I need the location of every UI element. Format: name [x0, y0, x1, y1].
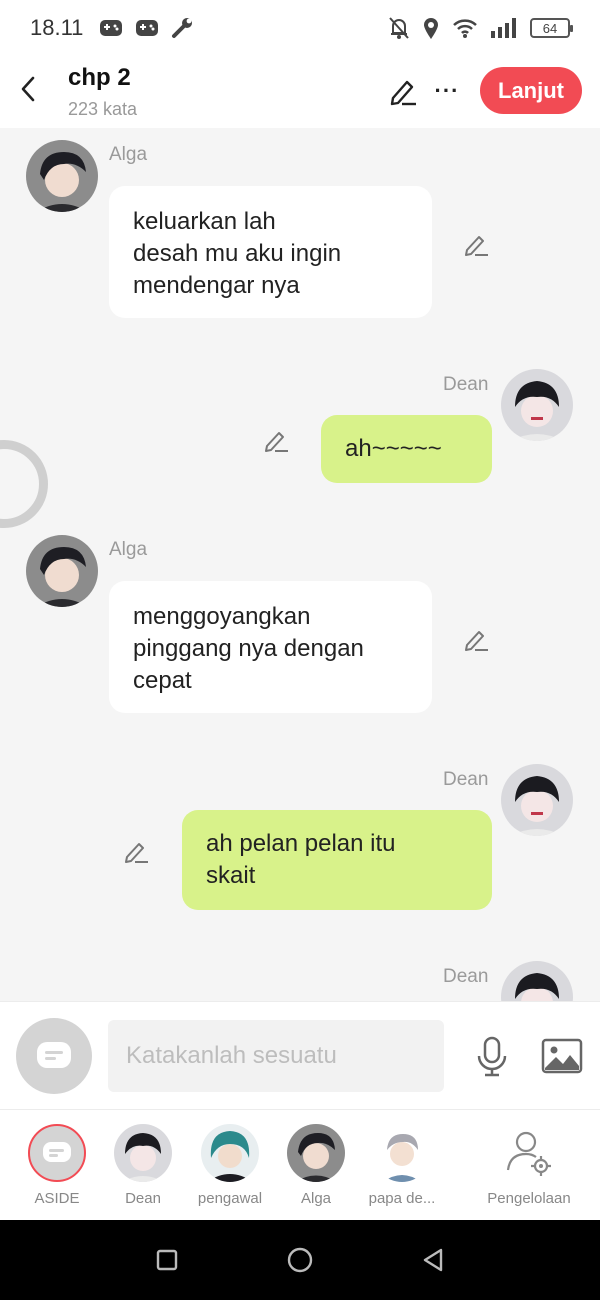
character-alga[interactable]: Alga	[273, 1124, 359, 1212]
message-text: ah~~~~~	[345, 435, 442, 462]
bell-off-icon	[389, 17, 409, 39]
status-bar: 18.11 64	[0, 0, 600, 56]
character-label: Dean	[125, 1190, 161, 1207]
avatar	[201, 1124, 259, 1182]
signal-icon	[491, 18, 516, 38]
manage-icon-wrap	[500, 1124, 558, 1182]
message-left: Alga keluarkan lah desah mu aku ingin me…	[0, 128, 600, 328]
back-button[interactable]	[14, 72, 42, 106]
triangle-back-icon	[424, 1248, 443, 1272]
character-label: ASIDE	[34, 1190, 80, 1207]
insert-image-button[interactable]	[540, 1036, 584, 1076]
edit-message-button[interactable]	[262, 426, 290, 454]
system-navigation-bar	[0, 1220, 600, 1300]
game-controller-icon	[100, 20, 123, 36]
more-options-button[interactable]: ···	[432, 74, 462, 108]
pencil-icon	[465, 236, 488, 256]
circle-icon	[287, 1247, 313, 1273]
message-input[interactable]	[108, 1020, 444, 1092]
image-icon	[541, 1038, 583, 1074]
chapter-header: chp 2 223 kata ··· Lanjut	[0, 56, 600, 128]
message-bubble[interactable]: menggoyangkan pinggang nya dengan cepat	[109, 581, 432, 713]
character-label: Alga	[300, 1190, 332, 1207]
aside-toggle-button[interactable]	[16, 1018, 92, 1094]
edit-message-button[interactable]	[122, 837, 150, 865]
recent-apps-button[interactable]	[147, 1240, 187, 1280]
next-button[interactable]: Lanjut	[480, 67, 582, 114]
edit-message-button[interactable]	[462, 230, 490, 258]
edit-chapter-button[interactable]	[386, 74, 420, 108]
pencil-icon	[265, 432, 288, 452]
speaker-name: Dean	[443, 374, 489, 395]
chat-bubble-icon	[43, 1142, 71, 1162]
speaker-name: Dean	[443, 966, 489, 987]
home-button[interactable]	[280, 1240, 320, 1280]
message-right: Dean	[0, 948, 600, 1001]
character-bar: ASIDE Dean pengawal Alga papa de... Peng…	[0, 1109, 600, 1220]
speaker-name: Dean	[443, 769, 489, 790]
square-icon	[156, 1249, 177, 1271]
message-left: Alga menggoyangkan pinggang nya dengan c…	[0, 523, 600, 723]
avatar[interactable]	[26, 535, 98, 607]
microphone-icon	[477, 1036, 507, 1077]
voice-input-button[interactable]	[472, 1032, 512, 1082]
character-papa[interactable]: papa de...	[359, 1124, 445, 1212]
aside-avatar	[28, 1124, 86, 1182]
character-label: Pengelolaan	[487, 1190, 571, 1207]
avatar	[114, 1124, 172, 1182]
user-settings-icon	[506, 1131, 551, 1176]
chevron-left-icon	[21, 76, 35, 102]
chat-bubble-icon	[37, 1042, 71, 1068]
message-bubble[interactable]: ah~~~~~	[321, 415, 492, 483]
character-label: papa de...	[368, 1190, 436, 1207]
message-right: Dean ah pelan pelan itu skait	[0, 751, 600, 921]
pencil-icon	[390, 80, 416, 106]
avatar[interactable]	[501, 764, 573, 836]
chat-area[interactable]: Alga keluarkan lah desah mu aku ingin me…	[0, 128, 600, 1001]
avatar[interactable]	[501, 961, 573, 1001]
wrench-icon	[172, 18, 193, 38]
pencil-icon	[465, 631, 488, 651]
status-right-icons: 64	[388, 16, 573, 40]
avatar	[287, 1124, 345, 1182]
chapter-title: chp 2	[68, 64, 131, 91]
back-nav-button[interactable]	[413, 1240, 453, 1280]
status-left-icons	[99, 16, 195, 40]
status-time: 18.11	[30, 15, 84, 40]
message-bubble[interactable]: keluarkan lah desah mu aku ingin mendeng…	[109, 186, 432, 318]
character-pengawal[interactable]: pengawal	[187, 1124, 273, 1212]
message-text: menggoyangkan pinggang nya dengan cepat	[133, 603, 364, 694]
battery-indicator: 64	[530, 18, 573, 38]
manage-characters-button[interactable]: Pengelolaan	[478, 1124, 580, 1212]
game-controller-icon	[136, 20, 159, 36]
pencil-icon	[125, 843, 148, 863]
message-right: Dean ah~~~~~	[0, 356, 600, 506]
character-dean[interactable]: Dean	[100, 1124, 186, 1212]
word-count: 223 kata	[68, 99, 138, 119]
message-text: keluarkan lah desah mu aku ingin mendeng…	[133, 208, 342, 299]
message-text: ah pelan pelan itu skait	[206, 830, 396, 889]
avatar[interactable]	[501, 369, 573, 441]
location-icon	[424, 18, 438, 39]
message-composer	[0, 1001, 600, 1109]
speaker-name: Alga	[109, 539, 148, 560]
avatar	[373, 1124, 431, 1182]
message-bubble[interactable]: ah pelan pelan itu skait	[182, 810, 492, 910]
avatar[interactable]	[26, 140, 98, 212]
character-aside[interactable]: ASIDE	[14, 1124, 100, 1212]
wifi-icon	[453, 19, 477, 38]
speaker-name: Alga	[109, 144, 148, 165]
character-label: pengawal	[197, 1190, 263, 1207]
edit-message-button[interactable]	[462, 625, 490, 653]
